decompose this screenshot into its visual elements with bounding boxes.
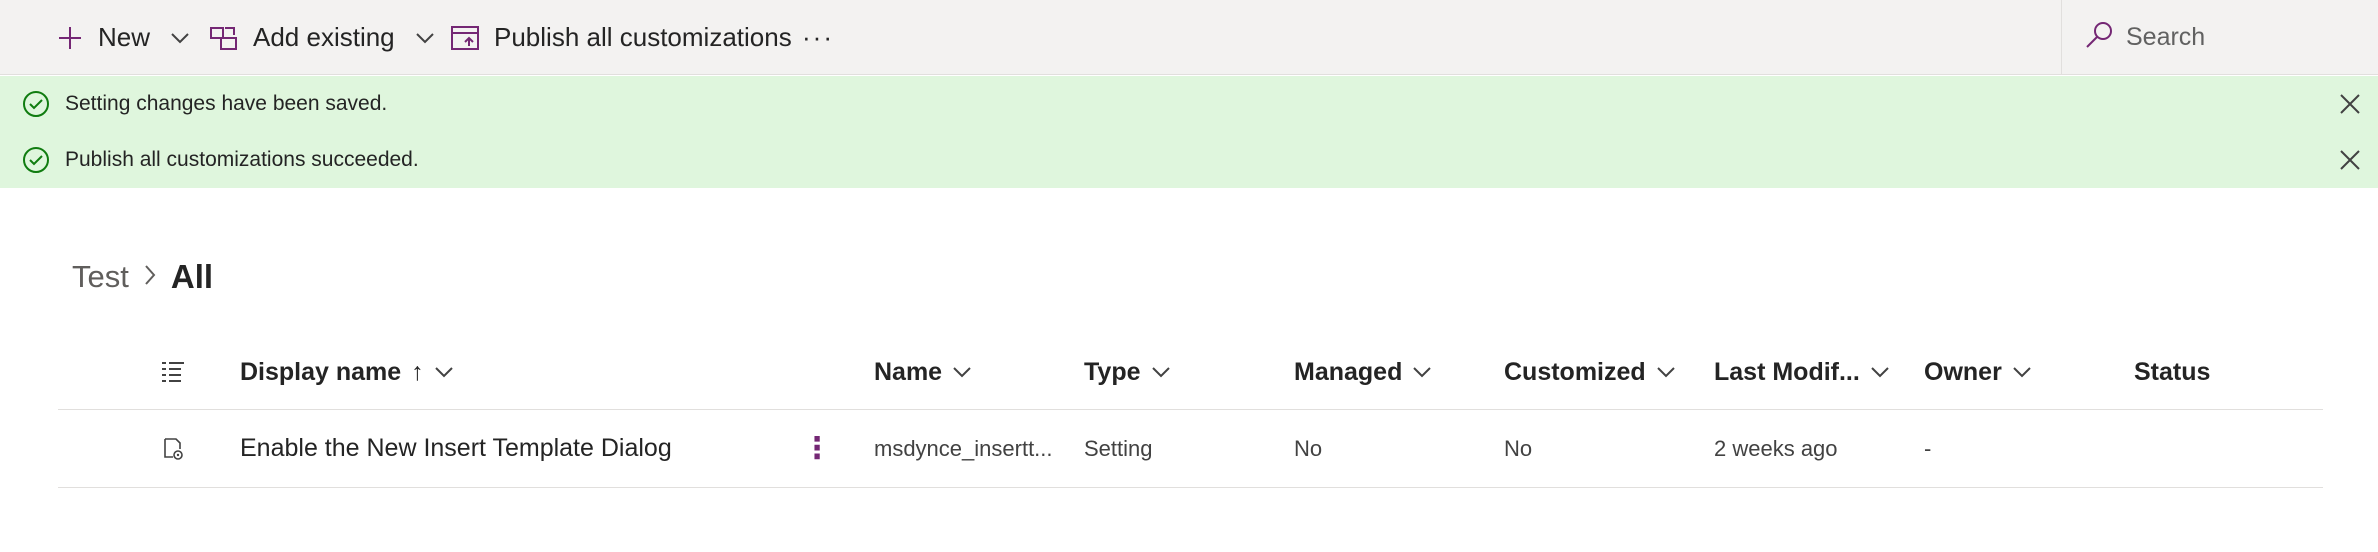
chevron-down-icon	[1151, 367, 1170, 378]
more-icon: ···	[802, 22, 834, 52]
close-icon[interactable]	[2338, 92, 2362, 122]
chevron-down-icon	[2013, 367, 2031, 378]
notification-text: Publish all customizations succeeded.	[65, 148, 419, 171]
components-table: Display name ↑ Name Type Managed Customi…	[58, 335, 2323, 488]
header-managed-label: Managed	[1294, 357, 1403, 386]
breadcrumb: Test All	[72, 252, 213, 302]
checkmark-circle-icon	[22, 146, 50, 180]
more-commands-button[interactable]: ···	[802, 0, 834, 75]
header-managed[interactable]: Managed	[1294, 335, 1432, 409]
header-name-label: Name	[874, 357, 943, 386]
chevron-down-icon	[1656, 367, 1675, 378]
chevron-down-icon[interactable]	[415, 32, 435, 44]
notification-publish-succeeded: Publish all customizations succeeded.	[0, 132, 2378, 188]
add-existing-icon	[209, 24, 239, 52]
search-input[interactable]: Search	[2061, 0, 2378, 75]
header-owner[interactable]: Owner	[1924, 335, 2032, 409]
row-managed: No	[1294, 435, 1323, 461]
add-existing-label: Add existing	[253, 22, 395, 52]
breadcrumb-current: All	[170, 258, 214, 295]
row-type: Setting	[1084, 435, 1153, 461]
chevron-down-icon	[953, 367, 971, 378]
row-display-name[interactable]: Enable the New Insert Template Dialog	[240, 410, 672, 487]
chevron-down-icon	[1413, 367, 1432, 378]
checkmark-circle-icon	[22, 90, 50, 124]
close-icon[interactable]	[2338, 148, 2362, 178]
plus-icon	[56, 24, 84, 52]
row-last-modified: 2 weeks ago	[1714, 435, 1838, 461]
header-customized[interactable]: Customized	[1504, 335, 1676, 409]
chevron-right-icon	[143, 264, 157, 291]
header-type-label: Type	[1084, 357, 1141, 386]
header-last-modified-label: Last Modif...	[1714, 357, 1860, 386]
row-more-options-icon[interactable]: ⋮	[802, 410, 832, 487]
chevron-down-icon	[1871, 367, 1889, 378]
header-display-name[interactable]: Display name ↑	[240, 335, 454, 409]
command-bar: New Add existing Publish all customizati…	[0, 0, 2378, 75]
breadcrumb-parent[interactable]: Test	[72, 259, 129, 295]
search-icon	[2084, 20, 2114, 55]
setting-icon	[162, 410, 184, 487]
publish-all-customizations-button[interactable]: Publish all customizations	[450, 0, 792, 75]
header-last-modified[interactable]: Last Modif...	[1714, 335, 1890, 409]
add-existing-button[interactable]: Add existing	[209, 0, 435, 75]
header-status-label: Status	[2134, 357, 2211, 386]
header-owner-label: Owner	[1924, 357, 2002, 386]
new-button-label: New	[98, 22, 151, 52]
column-options-icon[interactable]	[160, 335, 186, 409]
notification-text: Setting changes have been saved.	[65, 92, 388, 115]
header-status[interactable]: Status	[2134, 335, 2210, 409]
header-display-name-label: Display name	[240, 357, 402, 386]
chevron-down-icon[interactable]	[170, 32, 190, 44]
notification-settings-saved: Setting changes have been saved.	[0, 76, 2378, 132]
publish-icon	[450, 24, 480, 52]
table-row[interactable]: Enable the New Insert Template Dialog ⋮ …	[58, 410, 2323, 488]
header-customized-label: Customized	[1504, 357, 1646, 386]
table-header: Display name ↑ Name Type Managed Customi…	[58, 335, 2323, 410]
chevron-down-icon	[434, 367, 453, 378]
row-owner: -	[1924, 435, 1932, 461]
row-customized: No	[1504, 435, 1533, 461]
sort-ascending-icon: ↑	[411, 357, 424, 386]
row-name: msdynce_insertt...	[874, 435, 1053, 461]
new-button[interactable]: New	[56, 0, 190, 75]
publish-label: Publish all customizations	[494, 22, 792, 52]
header-type[interactable]: Type	[1084, 335, 1171, 409]
search-placeholder: Search	[2126, 23, 2206, 51]
header-name[interactable]: Name	[874, 335, 972, 409]
